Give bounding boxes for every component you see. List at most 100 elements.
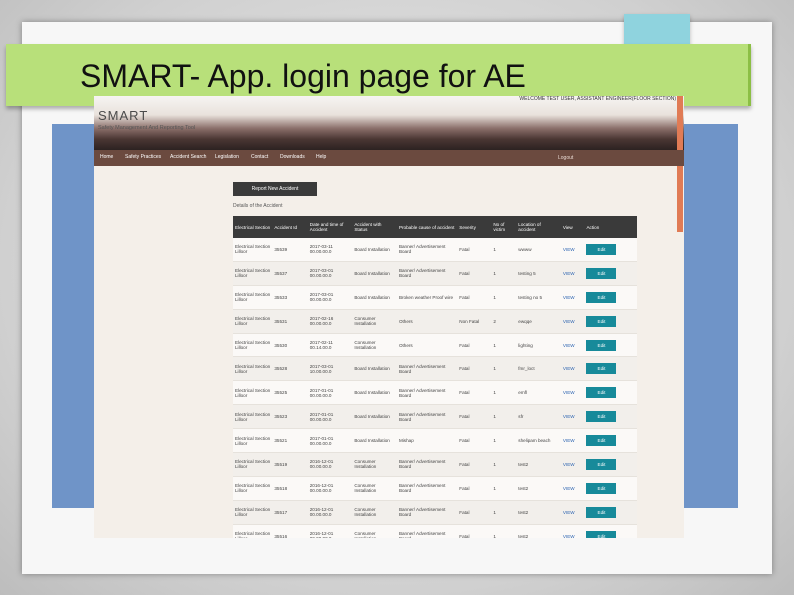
cell-severity: Fatal <box>457 356 492 382</box>
column-header: Action <box>584 216 637 238</box>
nav-item-downloads[interactable]: Downloads <box>280 154 305 160</box>
cell-victims: 1 <box>491 428 517 454</box>
cell-severity: Fatal <box>457 285 492 310</box>
cell-accident-id: 35525 <box>272 380 308 406</box>
cell-severity: Fatal <box>457 452 492 477</box>
column-header: Date and time of Accident <box>307 216 353 238</box>
edit-button[interactable]: Edit <box>586 458 617 470</box>
cell-cause: Banner/ Advertisement Board <box>396 356 458 382</box>
cell-location: fmr_loct <box>516 356 561 382</box>
cell-severity: Fatal <box>457 404 492 430</box>
cell-cause: Banner/ Advertisement Board <box>396 524 458 538</box>
column-header: Accident Id <box>272 216 308 238</box>
cell-view: VIEW <box>560 356 585 382</box>
view-link[interactable]: VIEW <box>563 390 575 395</box>
edit-button[interactable]: Edit <box>586 387 617 399</box>
cell-location: test2 <box>516 452 561 477</box>
logout-link[interactable]: Logout <box>558 155 573 161</box>
accident-table-body: Electrical Section Lilloor 35539 2017-03-1… <box>233 238 637 538</box>
cell-view: VIEW <box>560 404 585 430</box>
app-subtitle: Safety Management And Reporting Tool <box>98 125 196 131</box>
nav-item-accident-search[interactable]: Accident Search <box>170 154 206 160</box>
cell-action: Edit <box>584 380 637 406</box>
table-row: Electrical Section Lilloor 35517 2016-12-0… <box>233 500 637 525</box>
cell-victims: 1 <box>491 333 517 358</box>
cell-status: Board Installation <box>352 380 397 406</box>
cell-victims: 1 <box>491 380 517 406</box>
cell-severity: Non Fatal <box>457 309 492 334</box>
edit-button[interactable]: Edit <box>586 411 617 423</box>
view-link[interactable]: VIEW <box>563 486 575 491</box>
cell-action: Edit <box>584 356 637 382</box>
edit-button[interactable]: Edit <box>586 482 617 494</box>
cell-action: Edit <box>584 452 637 477</box>
cell-location: lighting <box>516 333 561 358</box>
column-header: No of victim <box>491 216 517 238</box>
view-link[interactable]: VIEW <box>563 343 575 348</box>
cell-cause: Banner/ Advertisement Board <box>396 238 458 262</box>
cell-severity: Fatal <box>457 500 492 525</box>
cell-victims: 1 <box>491 500 517 525</box>
cell-date: 2017-03-01 00.00.00.0 <box>307 285 353 310</box>
view-link[interactable]: VIEW <box>563 462 575 467</box>
view-link[interactable]: VIEW <box>563 414 575 419</box>
edit-button[interactable]: Edit <box>586 530 617 538</box>
cell-section: Electrical Section Lilloor <box>233 452 273 477</box>
cell-location: emfl <box>516 380 561 406</box>
edit-button[interactable]: Edit <box>586 363 617 375</box>
edit-button[interactable]: Edit <box>586 339 617 351</box>
edit-button[interactable]: Edit <box>586 243 617 255</box>
cell-location: ewqqe <box>516 309 561 334</box>
cell-cause: Mishap <box>396 428 458 454</box>
cell-victims: 1 <box>491 261 517 286</box>
edit-button[interactable]: Edit <box>586 435 617 447</box>
cell-victims: 1 <box>491 356 517 382</box>
nav-item-legislation[interactable]: Legislation <box>215 154 239 160</box>
cell-date: 2016-12-01 00.00.00.0 <box>307 500 353 525</box>
cell-cause: Others <box>396 309 458 334</box>
cell-accident-id: 35530 <box>272 333 308 358</box>
nav-item-home[interactable]: Home <box>100 154 113 160</box>
cell-action: Edit <box>584 261 637 286</box>
cell-status: Board Installation <box>352 404 397 430</box>
view-link[interactable]: VIEW <box>563 366 575 371</box>
cell-action: Edit <box>584 500 637 525</box>
cell-section: Electrical Section Lilloor <box>233 476 273 501</box>
view-link[interactable]: VIEW <box>563 510 575 515</box>
view-link[interactable]: VIEW <box>563 271 575 276</box>
cell-status: Board Installation <box>352 238 397 262</box>
cell-section: Electrical Section Lilloor <box>233 380 273 406</box>
cell-section: Electrical Section Lilloor <box>233 261 273 286</box>
nav-item-help[interactable]: Help <box>316 154 326 160</box>
view-link[interactable]: VIEW <box>563 247 575 252</box>
cell-accident-id: 35516 <box>272 524 308 538</box>
view-link[interactable]: VIEW <box>563 319 575 324</box>
cell-action: Edit <box>584 428 637 454</box>
cell-status: Consumer Installation <box>352 452 397 477</box>
cell-accident-id: 35537 <box>272 261 308 286</box>
table-row: Electrical Section Lilloor 35533 2017-03-0… <box>233 285 637 310</box>
cell-section: Electrical Section Lilloor <box>233 238 273 262</box>
cell-view: VIEW <box>560 428 585 454</box>
column-header: Electrical Section <box>233 216 273 238</box>
cell-status: Board Installation <box>352 285 397 310</box>
nav-item-safety-practices[interactable]: Safety Practices <box>125 154 161 160</box>
view-link[interactable]: VIEW <box>563 438 575 443</box>
cell-date: 2016-12-01 00.00.00.0 <box>307 452 353 477</box>
table-row: Electrical Section Lilloor 35519 2016-12-0… <box>233 452 637 477</box>
edit-button[interactable]: Edit <box>586 291 617 303</box>
report-new-accident-button[interactable]: Report New Accident <box>233 182 317 196</box>
cell-date: 2017-02-11 00.14.00.0 <box>307 333 353 358</box>
table-row: Electrical Section Lilloor 35523 2017-01-0… <box>233 404 637 430</box>
cell-victims: 1 <box>491 452 517 477</box>
edit-button[interactable]: Edit <box>586 506 617 518</box>
view-link[interactable]: VIEW <box>563 295 575 300</box>
edit-button[interactable]: Edit <box>586 267 617 279</box>
cell-action: Edit <box>584 524 637 538</box>
cell-status: Consumer Installation <box>352 524 397 538</box>
cell-severity: Fatal <box>457 238 492 262</box>
cell-section: Electrical Section Lilloor <box>233 285 273 310</box>
edit-button[interactable]: Edit <box>586 315 617 327</box>
view-link[interactable]: VIEW <box>563 534 575 538</box>
nav-item-contact[interactable]: Contact <box>251 154 268 160</box>
